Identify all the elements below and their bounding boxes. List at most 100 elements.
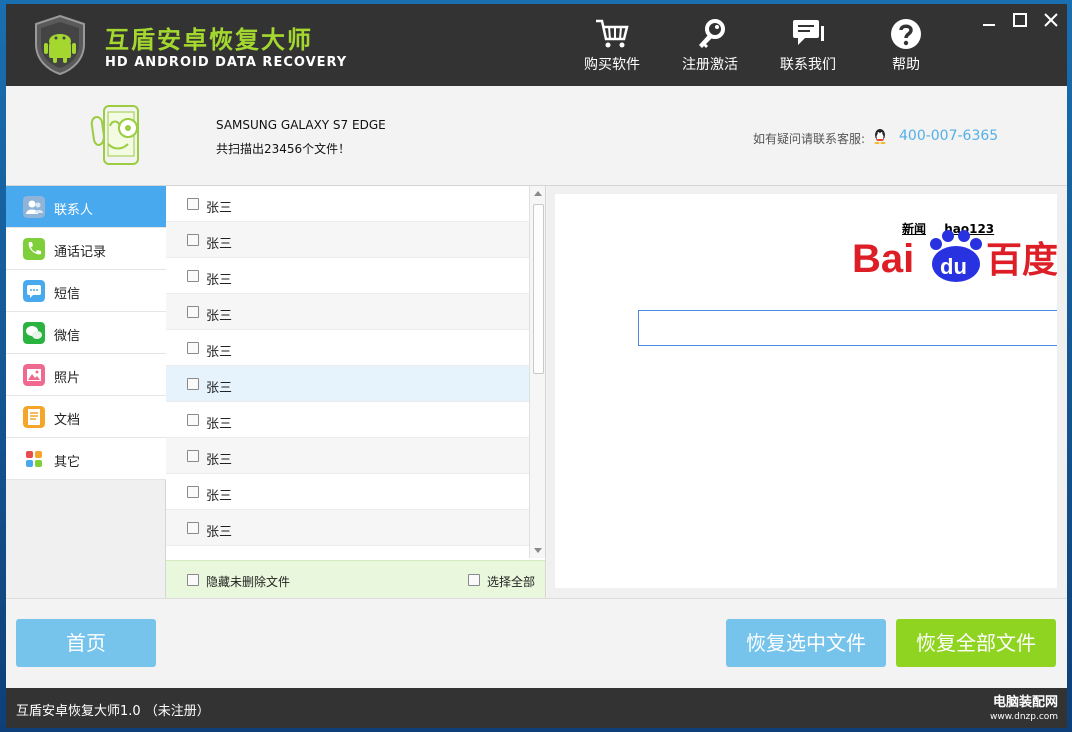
sidebar-item-wechat[interactable]: 微信 (6, 312, 166, 354)
row-checkbox[interactable] (187, 270, 199, 282)
list-item[interactable]: 张三 (166, 294, 529, 330)
close-icon[interactable] (1041, 10, 1061, 30)
contacts-icon (23, 196, 45, 218)
row-checkbox[interactable] (187, 306, 199, 318)
nav-contact-label: 联系我们 (780, 57, 836, 73)
row-checkbox[interactable] (187, 486, 199, 498)
phone-scan-icon (90, 105, 139, 165)
nav-help-label: 帮助 (892, 57, 920, 73)
support-phone[interactable]: 400-007-6365 (899, 128, 998, 144)
row-checkbox[interactable] (187, 342, 199, 354)
select-all-label: 选择全部 (487, 575, 536, 589)
app-subtitle: HD ANDROID DATA RECOVERY (105, 55, 348, 70)
key-icon (699, 19, 725, 48)
minimize-icon[interactable] (979, 10, 999, 30)
nav-register[interactable]: 注册激活 (670, 18, 750, 78)
watermark-url: www.dnzp.com (990, 712, 1059, 722)
svg-text:du: du (940, 254, 967, 279)
sidebar-item-label: 短信 (54, 287, 81, 302)
cart-icon (596, 19, 629, 48)
list-item[interactable]: 张三 (166, 474, 529, 510)
row-checkbox[interactable] (187, 198, 199, 210)
svg-text:百度: 百度 (986, 240, 1057, 281)
maximize-icon[interactable] (1010, 10, 1030, 30)
status-text: 互盾安卓恢复大师1.0 （未注册） (16, 704, 210, 719)
scroll-up-arrow-icon[interactable] (534, 191, 542, 196)
wechat-icon (23, 322, 45, 344)
row-checkbox[interactable] (187, 522, 199, 534)
nav-help[interactable]: 帮助 (866, 18, 946, 78)
sidebar-item-label: 联系人 (54, 203, 94, 218)
sms-icon (23, 280, 45, 302)
other-icon (23, 448, 45, 470)
support-label: 如有疑问请联系客服: (753, 132, 866, 146)
hide-undeleted-label: 隐藏未删除文件 (206, 575, 291, 589)
list-footer: 隐藏未删除文件 选择全部 (166, 560, 545, 598)
photo-icon (23, 364, 45, 386)
recover-all-button[interactable]: 恢复全部文件 (896, 619, 1056, 667)
document-icon (23, 406, 45, 428)
preview-panel: 新闻 hao123 Bai du 百度 (547, 186, 1067, 598)
recover-selected-button[interactable]: 恢复选中文件 (726, 619, 886, 667)
row-label: 张三 (206, 201, 233, 216)
row-label: 张三 (206, 309, 233, 324)
nav-buy-software[interactable]: 购买软件 (572, 18, 652, 78)
list-scroll-thumb[interactable] (533, 204, 544, 374)
qq-penguin-icon[interactable] (872, 128, 888, 144)
chat-icon (793, 20, 824, 45)
file-list-panel: 张三 张三 张三 张三 张三 张三 张三 张三 张三 张三 隐藏未删除文件 选择… (166, 186, 546, 598)
list-item[interactable]: 张三 (166, 330, 529, 366)
row-label: 张三 (206, 273, 233, 288)
sidebar-item-documents[interactable]: 文档 (6, 396, 166, 438)
row-checkbox[interactable] (187, 450, 199, 462)
list-item[interactable]: 张三 (166, 402, 529, 438)
row-checkbox[interactable] (187, 234, 199, 246)
row-label: 张三 (206, 381, 233, 396)
baidu-logo-icon: Bai du 百度 (852, 230, 1057, 282)
row-label: 张三 (206, 453, 233, 468)
app-header: 互盾安卓恢复大师 HD ANDROID DATA RECOVERY 购买软件 注… (6, 4, 1067, 86)
home-button[interactable]: 首页 (16, 619, 156, 667)
sidebar-item-label: 其它 (54, 455, 81, 470)
row-label: 张三 (206, 489, 233, 504)
android-shield-logo-icon (35, 14, 85, 76)
sidebar-item-contacts[interactable]: 联系人 (6, 186, 166, 228)
hide-undeleted-checkbox[interactable] (187, 574, 199, 586)
sidebar-item-label: 文档 (54, 413, 81, 428)
row-label: 张三 (206, 237, 233, 252)
nav-register-label: 注册激活 (682, 57, 738, 73)
row-label: 张三 (206, 417, 233, 432)
watermark-main: 电脑装配网 (993, 695, 1059, 710)
sidebar-item-label: 通话记录 (54, 245, 107, 260)
sidebar-item-call-log[interactable]: 通话记录 (6, 228, 166, 270)
row-checkbox[interactable] (187, 414, 199, 426)
web-search-input[interactable] (638, 310, 1057, 346)
nav-contact[interactable]: 联系我们 (768, 18, 848, 78)
device-info-bar: SAMSUNG GALAXY S7 EDGE 共扫描出23456个文件！ 如有疑… (6, 86, 1067, 186)
scan-summary: 共扫描出23456个文件！ (216, 142, 351, 156)
row-label: 张三 (206, 345, 233, 360)
sidebar-item-label: 照片 (54, 371, 81, 386)
status-bar: 互盾安卓恢复大师1.0 （未注册） 电脑装配网 www.dnzp.com (6, 688, 1067, 728)
device-name: SAMSUNG GALAXY S7 EDGE (216, 118, 386, 132)
svg-text:Bai: Bai (852, 237, 914, 281)
sidebar-item-label: 微信 (54, 329, 81, 344)
watermark: 电脑装配网 www.dnzp.com (990, 696, 1058, 724)
list-item[interactable]: 张三 (166, 510, 529, 546)
sidebar-item-other[interactable]: 其它 (6, 438, 166, 480)
list-scrollbar[interactable] (529, 186, 545, 558)
list-item[interactable]: 张三 (166, 366, 529, 402)
sidebar-item-photos[interactable]: 照片 (6, 354, 166, 396)
scroll-down-arrow-icon[interactable] (534, 548, 542, 553)
list-item[interactable]: 张三 (166, 222, 529, 258)
sidebar-item-sms[interactable]: 短信 (6, 270, 166, 312)
action-bar: 首页 恢复选中文件 恢复全部文件 (6, 598, 1067, 688)
app-title: 互盾安卓恢复大师 (105, 26, 313, 54)
row-checkbox[interactable] (187, 378, 199, 390)
select-all-checkbox[interactable] (468, 574, 480, 586)
list-item[interactable]: 张三 (166, 258, 529, 294)
nav-buy-label: 购买软件 (584, 57, 640, 73)
category-sidebar: 联系人 通话记录 短信 微信 照片 文档 其它 (6, 186, 166, 598)
list-item[interactable]: 张三 (166, 186, 529, 222)
list-item[interactable]: 张三 (166, 438, 529, 474)
